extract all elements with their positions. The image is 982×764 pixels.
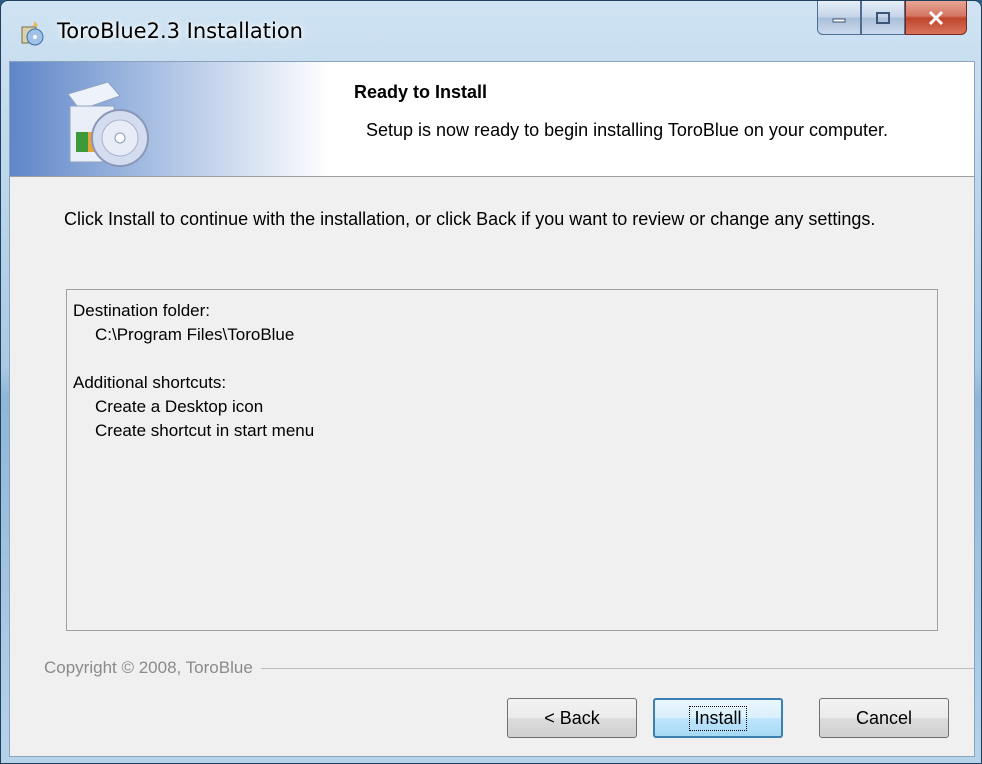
cancel-button-label: Cancel bbox=[855, 707, 913, 728]
installer-app-icon bbox=[21, 21, 44, 46]
cancel-button[interactable]: Cancel bbox=[819, 698, 949, 738]
back-button-label: < Back bbox=[544, 707, 600, 728]
header-subtitle: Setup is now ready to begin installing T… bbox=[366, 120, 888, 140]
instruction-text: Click Install to continue with the insta… bbox=[64, 209, 876, 229]
title-bar[interactable]: ToroBlue2.3 Installation bbox=[1, 1, 981, 61]
destination-folder-heading: Destination folder: bbox=[73, 301, 211, 320]
install-button[interactable]: Install bbox=[653, 698, 783, 738]
minimize-icon bbox=[832, 18, 846, 22]
summary-spacer bbox=[73, 347, 931, 371]
copyright-text: Copyright © 2008, ToroBlue bbox=[44, 658, 261, 678]
shortcut-item-desktop: Create a Desktop icon bbox=[95, 397, 264, 416]
close-button[interactable] bbox=[905, 1, 967, 35]
back-button[interactable]: < Back bbox=[507, 698, 637, 738]
wizard-header: Ready to Install Setup is now ready to b… bbox=[10, 62, 974, 177]
destination-folder-path: C:\Program Files\ToroBlue bbox=[95, 325, 295, 344]
caption-buttons bbox=[817, 1, 967, 39]
window-title: ToroBlue2.3 Installation bbox=[57, 19, 303, 43]
install-summary-memo[interactable]: Destination folder: C:\Program Files\Tor… bbox=[66, 289, 938, 631]
installer-window: ToroBlue2.3 Installation Ready to Instal… bbox=[0, 0, 982, 764]
setup-cd-icon bbox=[67, 81, 149, 167]
minimize-button[interactable] bbox=[817, 1, 861, 35]
maximize-button[interactable] bbox=[861, 1, 905, 35]
header-title: Ready to Install bbox=[354, 82, 488, 102]
close-icon bbox=[928, 10, 944, 25]
copyright-divider: Copyright © 2008, ToroBlue bbox=[44, 658, 974, 678]
additional-shortcuts-heading: Additional shortcuts: bbox=[73, 373, 227, 392]
shortcut-item-start-menu: Create shortcut in start menu bbox=[95, 421, 315, 440]
maximize-icon bbox=[876, 11, 890, 24]
install-button-label: Install bbox=[689, 705, 747, 731]
dialog-client-area: Ready to Install Setup is now ready to b… bbox=[9, 61, 975, 757]
